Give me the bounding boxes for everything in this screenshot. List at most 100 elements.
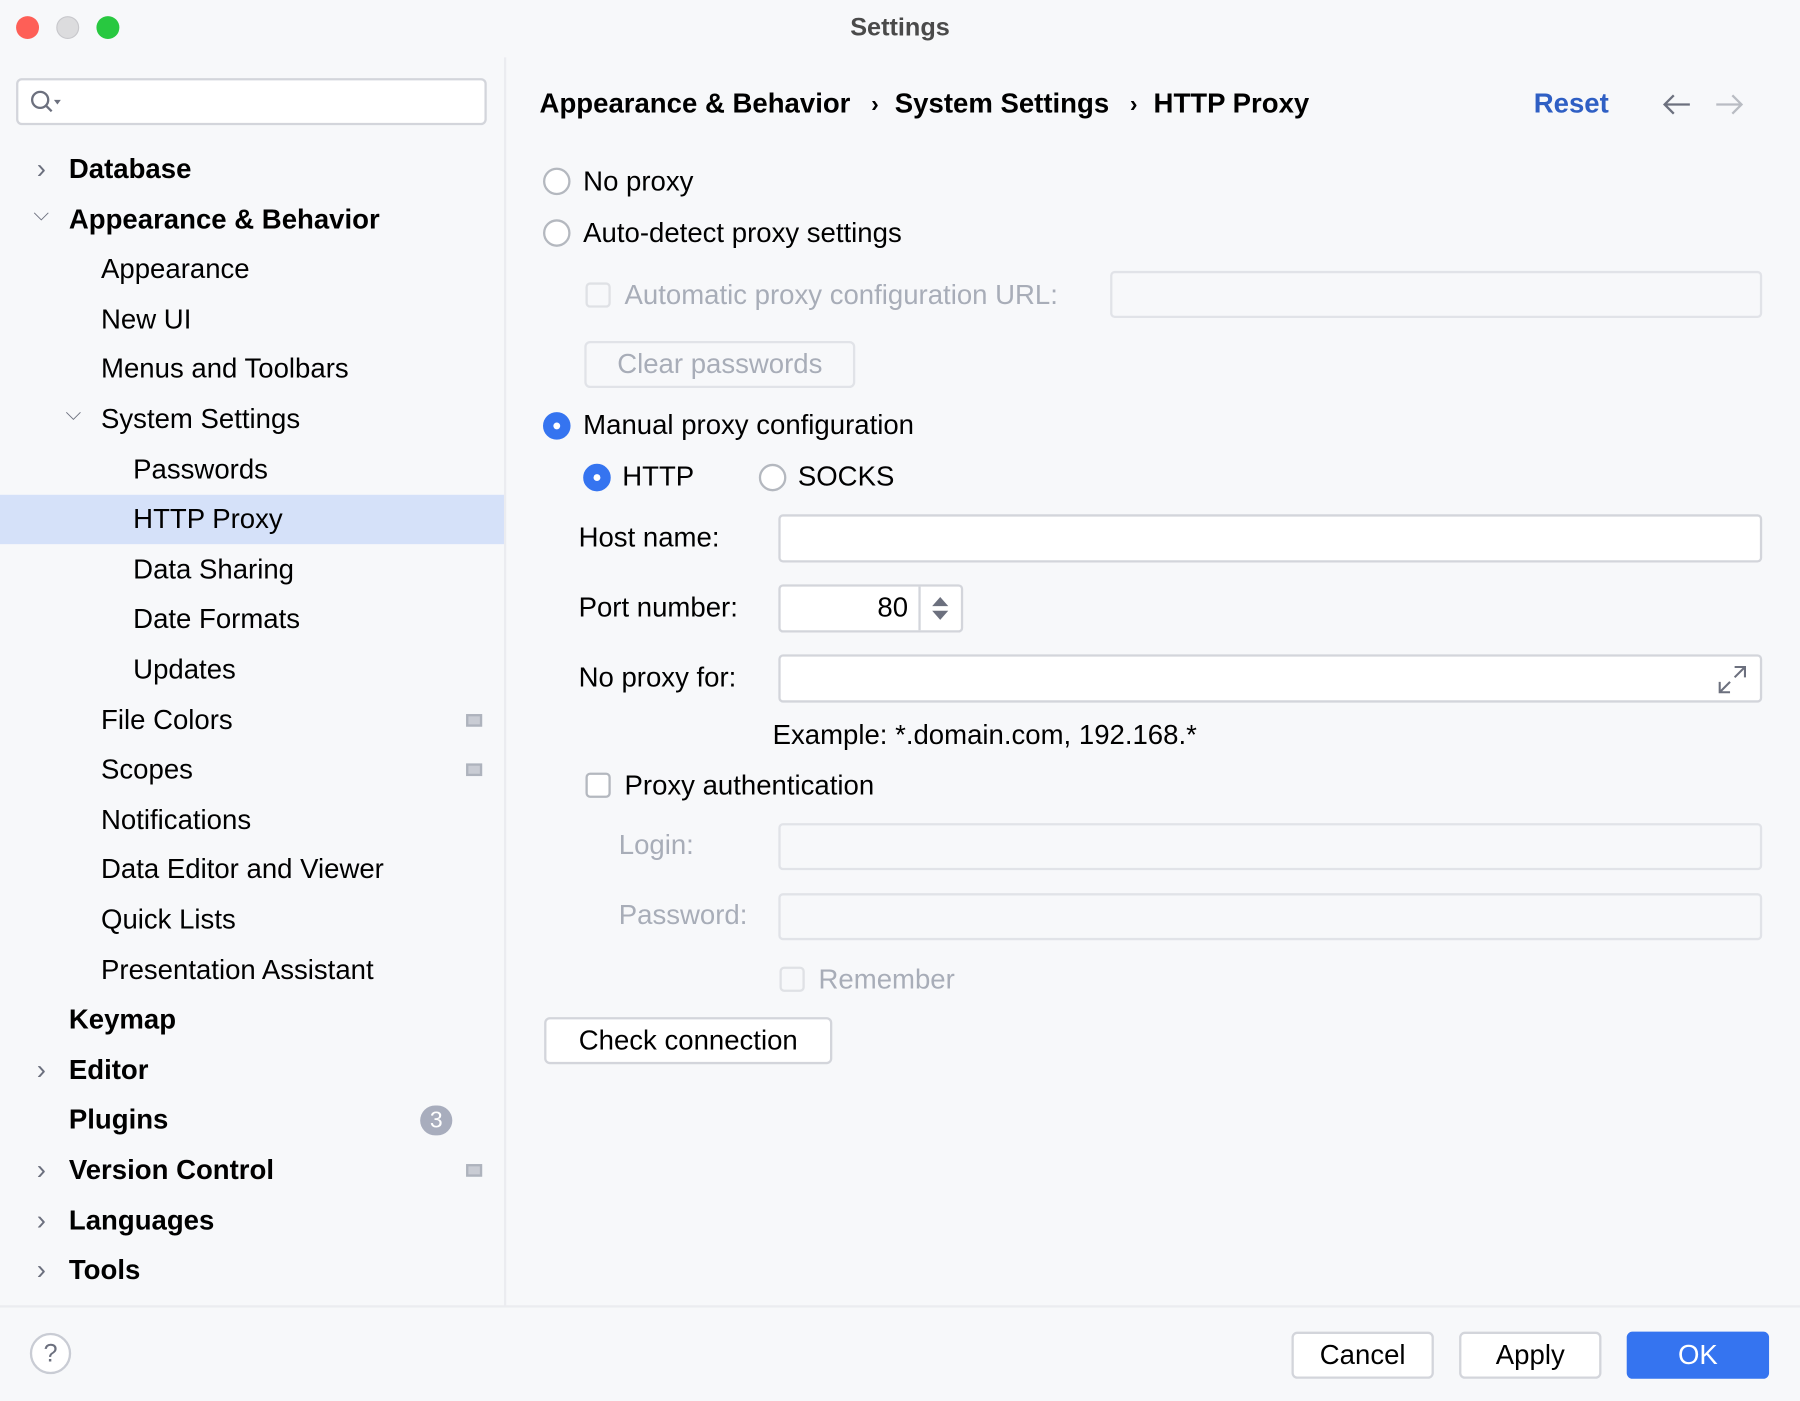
ok-button[interactable]: OK bbox=[1626, 1331, 1770, 1379]
sidebar-item-label: Plugins bbox=[68, 1104, 169, 1136]
sidebar-item-keymap[interactable]: Keymap bbox=[0, 996, 505, 1045]
socks-label[interactable]: SOCKS bbox=[798, 460, 894, 494]
expand-icon[interactable] bbox=[1716, 664, 1748, 696]
login-input[interactable] bbox=[778, 823, 1763, 871]
sidebar-item-languages[interactable]: › Languages bbox=[0, 1196, 505, 1245]
no-proxy-for-input[interactable] bbox=[778, 654, 1763, 703]
http-radio[interactable] bbox=[583, 463, 611, 492]
http-label[interactable]: HTTP bbox=[622, 460, 694, 494]
auto-detect-radio[interactable] bbox=[543, 219, 571, 247]
port-number-stepper[interactable]: 80 bbox=[778, 584, 964, 633]
sidebar-item-http-proxy[interactable]: HTTP Proxy bbox=[0, 495, 506, 545]
sidebar-item-scopes[interactable]: Scopes bbox=[0, 745, 505, 794]
sidebar-item-label: Keymap bbox=[68, 1004, 177, 1036]
sidebar-item-data-editor-and-viewer[interactable]: Data Editor and Viewer bbox=[0, 845, 505, 894]
sidebar-item-label: Data Editor and Viewer bbox=[101, 854, 384, 886]
sidebar-item-version-control[interactable]: › Version Control bbox=[0, 1146, 505, 1195]
sidebar-item-editor[interactable]: › Editor bbox=[0, 1046, 505, 1095]
breadcrumb-separator-icon: › bbox=[871, 91, 879, 118]
sidebar-item-date-formats[interactable]: Date Formats bbox=[0, 595, 505, 644]
sidebar-item-database[interactable]: › Database bbox=[0, 145, 505, 194]
sidebar-item-label: Appearance & Behavior bbox=[68, 203, 380, 235]
auto-detect-label[interactable]: Auto-detect proxy settings bbox=[583, 217, 902, 251]
sidebar-item-appearance-behavior[interactable]: ⌵ Appearance & Behavior bbox=[0, 195, 505, 244]
breadcrumb: Appearance & Behavior › System Settings … bbox=[540, 87, 1310, 121]
no-proxy-for-label: No proxy for: bbox=[578, 662, 737, 694]
password-label: Password: bbox=[618, 900, 748, 932]
sidebar-item-label: Languages bbox=[68, 1204, 215, 1236]
sidebar-item-file-colors[interactable]: File Colors bbox=[0, 695, 505, 744]
sidebar-item-label: Notifications bbox=[101, 804, 252, 836]
sidebar-item-label: Tools bbox=[68, 1254, 141, 1286]
chevron-right-icon[interactable]: › bbox=[32, 1155, 50, 1187]
footer-divider bbox=[0, 1305, 1800, 1308]
project-level-icon bbox=[466, 713, 483, 727]
arrow-right-icon[interactable] bbox=[1714, 92, 1744, 117]
login-label: Login: bbox=[618, 830, 694, 861]
sidebar-item-label: System Settings bbox=[101, 404, 301, 436]
no-proxy-label[interactable]: No proxy bbox=[583, 165, 693, 199]
sidebar-item-label: Updates bbox=[133, 654, 236, 686]
password-input[interactable] bbox=[778, 893, 1763, 941]
sidebar-item-label: File Colors bbox=[101, 704, 233, 736]
reset-link[interactable]: Reset bbox=[1534, 87, 1609, 121]
sidebar-item-plugins[interactable]: Plugins 3 bbox=[0, 1096, 505, 1145]
chevron-right-icon[interactable]: › bbox=[32, 1205, 50, 1237]
sidebar-item-label: Date Formats bbox=[133, 604, 301, 636]
clear-passwords-button[interactable]: Clear passwords bbox=[584, 340, 856, 389]
sidebar-item-tools[interactable]: › Tools bbox=[0, 1246, 505, 1295]
manual-proxy-radio[interactable] bbox=[543, 412, 571, 440]
window-title: Settings bbox=[850, 12, 950, 42]
breadcrumb-item: HTTP Proxy bbox=[1153, 88, 1310, 120]
sidebar-item-quick-lists[interactable]: Quick Lists bbox=[0, 895, 505, 944]
sidebar-item-label: Quick Lists bbox=[101, 904, 236, 936]
project-level-icon bbox=[466, 1164, 483, 1177]
sidebar-item-data-sharing[interactable]: Data Sharing bbox=[0, 545, 505, 594]
sidebar-item-menus-and-toolbars[interactable]: Menus and Toolbars bbox=[0, 345, 505, 394]
host-name-input[interactable] bbox=[778, 514, 1763, 563]
arrow-left-icon[interactable] bbox=[1662, 92, 1692, 117]
apply-button[interactable]: Apply bbox=[1459, 1331, 1602, 1379]
proxy-auth-label[interactable]: Proxy authentication bbox=[625, 769, 875, 803]
breadcrumb-separator-icon: › bbox=[1129, 91, 1138, 118]
cancel-button[interactable]: Cancel bbox=[1291, 1331, 1434, 1379]
sidebar-item-presentation-assistant[interactable]: Presentation Assistant bbox=[0, 945, 505, 994]
plugins-updates-badge: 3 bbox=[420, 1105, 453, 1136]
sidebar-item-updates[interactable]: Updates bbox=[0, 645, 505, 694]
sidebar-item-new-ui[interactable]: New UI bbox=[0, 295, 505, 344]
sidebar-item-notifications[interactable]: Notifications bbox=[0, 795, 505, 844]
check-connection-button[interactable]: Check connection bbox=[544, 1017, 833, 1065]
stepper-arrows-icon[interactable] bbox=[930, 595, 951, 623]
sidebar-item-label: Scopes bbox=[101, 754, 193, 786]
remember-label: Remember bbox=[818, 964, 955, 996]
sidebar-item-label: New UI bbox=[101, 303, 192, 335]
breadcrumb-item[interactable]: Appearance & Behavior bbox=[540, 87, 851, 121]
auto-url-label: Automatic proxy configuration URL: bbox=[624, 280, 1058, 312]
breadcrumb-item[interactable]: System Settings bbox=[895, 87, 1109, 121]
help-button[interactable]: ? bbox=[29, 1332, 72, 1375]
manual-proxy-label[interactable]: Manual proxy configuration bbox=[583, 409, 914, 443]
host-name-label: Host name: bbox=[578, 522, 720, 554]
socks-radio[interactable] bbox=[758, 463, 787, 492]
chevron-right-icon[interactable]: › bbox=[32, 154, 50, 186]
chevron-right-icon[interactable]: › bbox=[32, 1255, 50, 1287]
chevron-down-icon[interactable]: ⌵ bbox=[64, 402, 82, 426]
proxy-auth-checkbox[interactable] bbox=[585, 772, 611, 798]
remember-checkbox[interactable] bbox=[779, 966, 805, 992]
sidebar-item-appearance[interactable]: Appearance bbox=[0, 245, 505, 294]
sidebar-item-label: Passwords bbox=[133, 454, 268, 486]
sidebar-item-label: Data Sharing bbox=[133, 554, 294, 586]
no-proxy-radio[interactable] bbox=[543, 167, 571, 196]
search-input[interactable] bbox=[16, 78, 487, 126]
chevron-right-icon[interactable]: › bbox=[32, 1055, 50, 1087]
sidebar-item-passwords[interactable]: Passwords bbox=[0, 445, 505, 494]
sidebar-item-label: HTTP Proxy bbox=[133, 504, 283, 536]
sidebar-item-system-settings[interactable]: ⌵ System Settings bbox=[0, 395, 505, 444]
example-hint: Example: *.domain.com, 192.168.* bbox=[772, 719, 1197, 751]
port-number-value[interactable]: 80 bbox=[877, 591, 908, 625]
auto-url-input[interactable] bbox=[1110, 270, 1763, 318]
sidebar-item-label: Database bbox=[68, 153, 192, 185]
chevron-down-icon[interactable]: ⌵ bbox=[32, 202, 50, 226]
auto-url-checkbox[interactable] bbox=[585, 282, 611, 308]
stepper-divider bbox=[918, 586, 921, 631]
